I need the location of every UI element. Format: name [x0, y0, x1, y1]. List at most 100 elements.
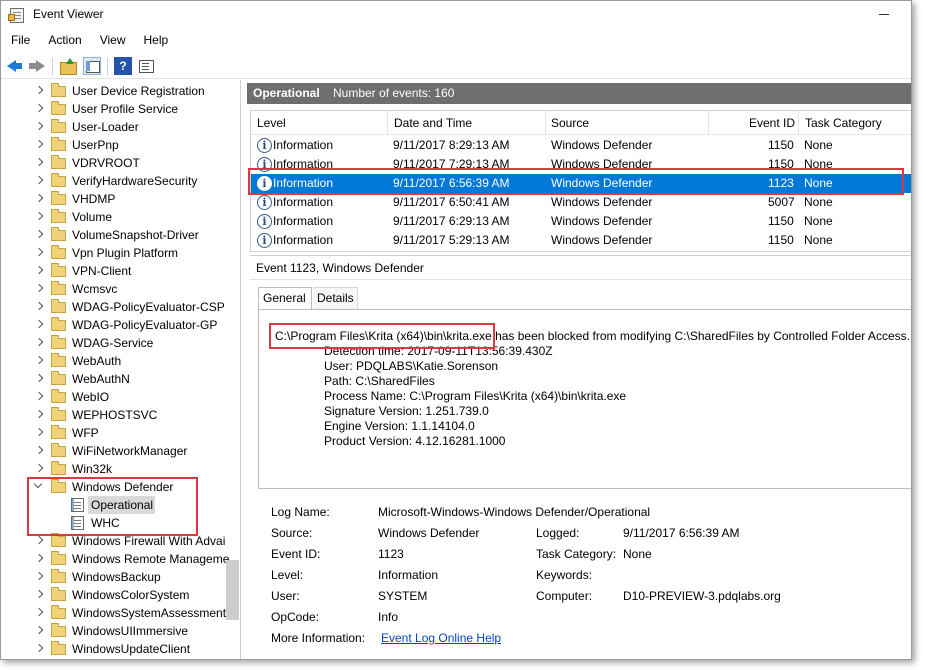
tree-item[interactable]: WDAG-PolicyEvaluator-CSP: [1, 298, 239, 316]
folder-up-icon[interactable]: [59, 57, 77, 75]
chevron-right-icon[interactable]: [34, 283, 44, 293]
chevron-right-icon[interactable]: [34, 391, 44, 401]
tree-item[interactable]: WebAuth: [1, 352, 239, 370]
logged-value: 9/11/2017 6:56:39 AM: [623, 526, 740, 540]
tree-item[interactable]: User Device Registration: [1, 82, 239, 100]
column-event-id[interactable]: Event ID: [709, 111, 799, 135]
event-row[interactable]: i Information 9/11/2017 5:29:13 AM Windo…: [251, 231, 911, 250]
event-row[interactable]: i Information 9/11/2017 6:50:41 AM Windo…: [251, 193, 911, 212]
tree-item[interactable]: VPN-Client: [1, 262, 239, 280]
event-task: None: [804, 214, 833, 228]
chevron-right-icon[interactable]: [34, 535, 44, 545]
menu-bar: File Action View Help: [1, 31, 911, 51]
minimize-icon[interactable]: [879, 14, 889, 15]
chevron-right-icon[interactable]: [34, 625, 44, 635]
chevron-right-icon[interactable]: [34, 607, 44, 617]
tree-item-label: Vpn Plugin Platform: [72, 246, 179, 260]
tree-item[interactable]: WindowsBackup: [1, 568, 239, 586]
tree-item[interactable]: WDAG-Service: [1, 334, 239, 352]
chevron-right-icon[interactable]: [34, 643, 44, 653]
tree-item[interactable]: VHDMP: [1, 190, 239, 208]
tree-item[interactable]: WindowsUpdateClient: [1, 640, 239, 658]
chevron-right-icon[interactable]: [34, 85, 44, 95]
help-icon[interactable]: ?: [114, 57, 132, 75]
console-tree[interactable]: User Device Registration User Profile Se…: [1, 80, 241, 659]
menu-file[interactable]: File: [1, 31, 38, 51]
tree-item[interactable]: Wcmsvc: [1, 280, 239, 298]
event-row[interactable]: i Information 9/11/2017 6:29:13 AM Windo…: [251, 212, 911, 231]
folder-icon: [51, 389, 66, 403]
tab-details[interactable]: Details: [313, 287, 358, 309]
chevron-right-icon[interactable]: [34, 319, 44, 329]
tree-item[interactable]: WEPHOSTSVC: [1, 406, 239, 424]
tree-item[interactable]: VDRVROOT: [1, 154, 239, 172]
column-task-category[interactable]: Task Category: [799, 111, 911, 135]
folder-icon: [51, 263, 66, 277]
chevron-right-icon[interactable]: [34, 139, 44, 149]
chevron-right-icon[interactable]: [34, 175, 44, 185]
event-log-online-help-link[interactable]: Event Log Online Help: [381, 631, 501, 645]
event-level: Information: [273, 195, 334, 209]
tree-item-label: WFP: [72, 426, 99, 440]
tree-item-label: WDAG-PolicyEvaluator-CSP: [72, 300, 225, 314]
tree-item[interactable]: WFP: [1, 424, 239, 442]
chevron-right-icon[interactable]: [34, 427, 44, 437]
chevron-right-icon[interactable]: [34, 193, 44, 203]
chevron-right-icon[interactable]: [34, 355, 44, 365]
chevron-right-icon[interactable]: [34, 265, 44, 275]
chevron-right-icon[interactable]: [34, 229, 44, 239]
chevron-right-icon[interactable]: [34, 571, 44, 581]
chevron-right-icon[interactable]: [34, 247, 44, 257]
event-id: 1150: [768, 233, 794, 247]
tree-item[interactable]: User-Loader: [1, 118, 239, 136]
tree-item[interactable]: WindowsUIImmersive: [1, 622, 239, 640]
chevron-right-icon[interactable]: [34, 373, 44, 383]
tree-item[interactable]: VolumeSnapshot-Driver: [1, 226, 239, 244]
column-level[interactable]: Level: [251, 111, 388, 135]
folder-icon: [51, 569, 66, 583]
event-source: Windows Defender: [551, 214, 653, 228]
properties-icon[interactable]: [137, 57, 155, 75]
chevron-right-icon[interactable]: [34, 121, 44, 131]
tree-item[interactable]: Windows Remote Manageme: [1, 550, 239, 568]
description-text: has been blocked from modifying C:\Share…: [495, 329, 910, 343]
column-date[interactable]: Date and Time: [388, 111, 546, 135]
tree-item[interactable]: WindowsColorSystem: [1, 586, 239, 604]
tree-item[interactable]: WiFiNetworkManager: [1, 442, 239, 460]
tree-item[interactable]: WebIO: [1, 388, 239, 406]
folder-icon: [51, 227, 66, 241]
tree-item[interactable]: Win32k: [1, 460, 239, 478]
menu-view[interactable]: View: [90, 31, 134, 51]
chevron-right-icon[interactable]: [34, 589, 44, 599]
tree-item[interactable]: UserPnp: [1, 136, 239, 154]
column-source[interactable]: Source: [546, 111, 709, 135]
folder-icon: [51, 281, 66, 295]
chevron-right-icon[interactable]: [34, 103, 44, 113]
chevron-right-icon[interactable]: [34, 157, 44, 167]
tree-item[interactable]: Vpn Plugin Platform: [1, 244, 239, 262]
back-arrow-icon[interactable]: [6, 57, 24, 75]
chevron-right-icon[interactable]: [34, 211, 44, 221]
tree-item[interactable]: WDAG-PolicyEvaluator-GP: [1, 316, 239, 334]
chevron-right-icon[interactable]: [34, 445, 44, 455]
menu-help[interactable]: Help: [134, 31, 177, 51]
tree-item[interactable]: WindowsSystemAssessment: [1, 604, 239, 622]
event-row[interactable]: i Information 9/11/2017 8:29:13 AM Windo…: [251, 136, 911, 155]
forward-arrow-icon[interactable]: [28, 57, 46, 75]
chevron-right-icon[interactable]: [34, 301, 44, 311]
show-hide-console-tree-icon[interactable]: [83, 57, 101, 75]
chevron-right-icon[interactable]: [34, 553, 44, 563]
tree-item[interactable]: WebAuthN: [1, 370, 239, 388]
event-id-label: Event ID:: [271, 547, 321, 561]
pane-divider[interactable]: [250, 255, 911, 256]
chevron-right-icon[interactable]: [34, 463, 44, 473]
tree-item[interactable]: Volume: [1, 208, 239, 226]
menu-action[interactable]: Action: [38, 31, 89, 51]
tree-item[interactable]: VerifyHardwareSecurity: [1, 172, 239, 190]
chevron-right-icon[interactable]: [34, 409, 44, 419]
tree-item[interactable]: User Profile Service: [1, 100, 239, 118]
toolbar: ?: [1, 53, 911, 79]
tab-general[interactable]: General: [258, 287, 312, 309]
tree-scrollbar-thumb[interactable]: [226, 560, 239, 620]
chevron-right-icon[interactable]: [34, 337, 44, 347]
